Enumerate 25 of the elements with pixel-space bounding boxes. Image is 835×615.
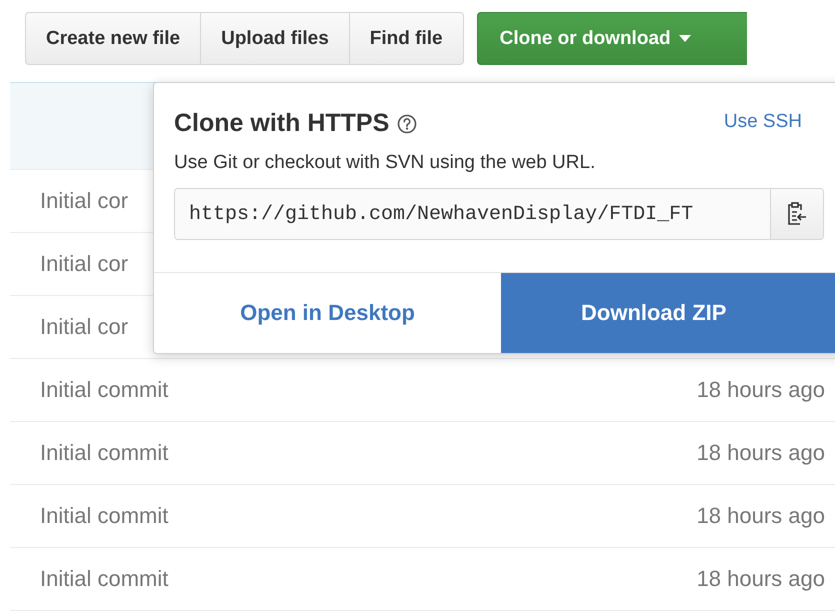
download-zip-button[interactable]: Download ZIP: [501, 273, 835, 353]
commit-time: 18 hours ago: [696, 503, 825, 529]
use-ssh-link[interactable]: Use SSH: [724, 111, 802, 133]
clone-url-field[interactable]: https://github.com/NewhavenDisplay/FTDI_FT: [174, 188, 824, 240]
toolbar-button[interactable]: Find file: [348, 12, 464, 65]
help-icon[interactable]: [397, 114, 418, 134]
toolbar-button[interactable]: Create new file: [25, 12, 200, 65]
popup-title: Clone with HTTPS: [174, 109, 390, 138]
commit-message[interactable]: Initial cor: [40, 188, 128, 214]
clone-download-button[interactable]: Clone or download: [476, 12, 747, 65]
commit-time: 18 hours ago: [696, 566, 825, 592]
commit-message[interactable]: Initial commit: [40, 566, 168, 592]
commit-message[interactable]: Initial commit: [40, 440, 168, 466]
commit-message[interactable]: Initial commit: [40, 503, 168, 529]
commit-message[interactable]: Initial commit: [40, 377, 168, 403]
commit-message[interactable]: Initial cor: [40, 314, 128, 340]
caret-icon: [678, 35, 691, 42]
copy-clipboard-button[interactable]: [770, 189, 823, 239]
clone-description: Use Git or checkout with SVN using the web URL.: [174, 152, 596, 174]
open-desktop-button[interactable]: Open in Desktop: [154, 273, 501, 353]
clipboard-icon: [787, 202, 807, 226]
commit-time: 18 hours ago: [696, 440, 825, 466]
commit-message[interactable]: Initial cor: [40, 251, 128, 277]
toolbar-button[interactable]: Upload files: [200, 12, 349, 65]
commit-time: 18 hours ago: [696, 377, 825, 403]
